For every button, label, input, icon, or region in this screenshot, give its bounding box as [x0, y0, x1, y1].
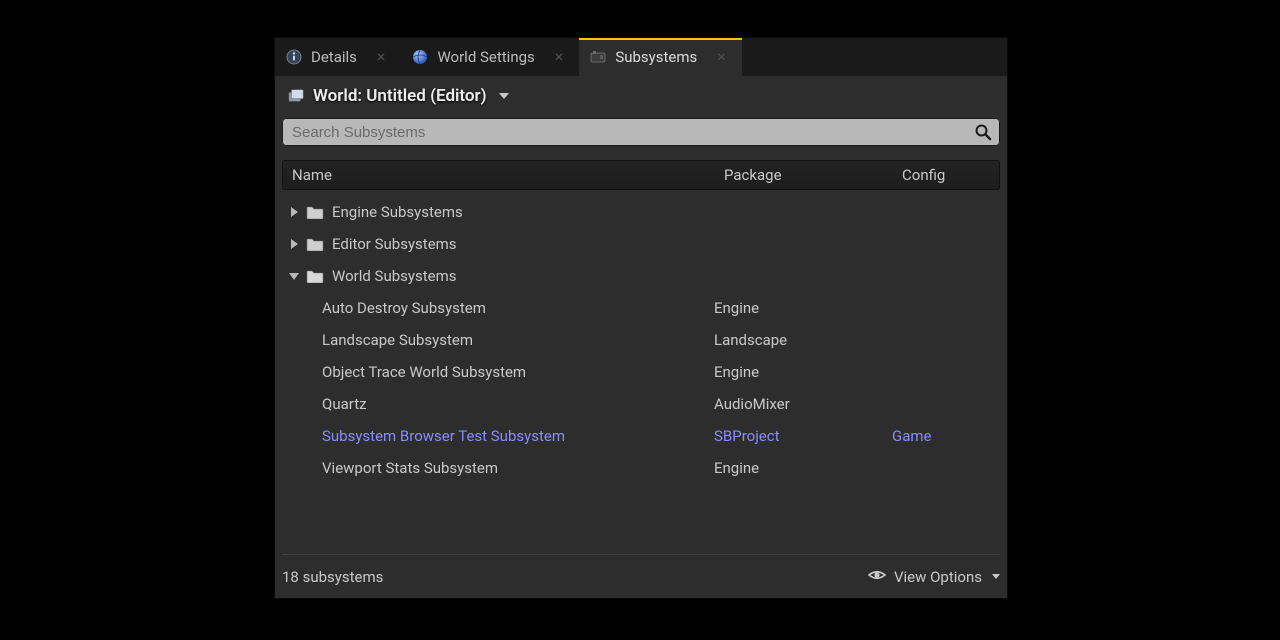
subsystem-name: Object Trace World Subsystem: [322, 363, 526, 381]
subsystem-package: Landscape: [714, 331, 892, 349]
tab-details[interactable]: Details ×: [275, 38, 401, 76]
view-options-label: View Options: [894, 568, 982, 586]
subsystem-package: Engine: [714, 299, 892, 317]
subsystem-package: SBProject: [714, 427, 892, 445]
group-label: World Subsystems: [332, 267, 456, 285]
context-selector[interactable]: World: Untitled (Editor): [275, 76, 1007, 118]
subsystems-panel: Details × World Settings ×: [275, 38, 1007, 598]
folder-icon: [306, 269, 324, 283]
subsystem-package: AudioMixer: [714, 395, 892, 413]
subsystem-name: Auto Destroy Subsystem: [322, 299, 486, 317]
tab-subsystems[interactable]: Subsystems ×: [579, 38, 741, 76]
subsystem-package: Engine: [714, 459, 892, 477]
subsystem-name: Landscape Subsystem: [322, 331, 473, 349]
view-options-button[interactable]: View Options: [868, 566, 1000, 588]
tab-label: World Settings: [437, 48, 534, 66]
subsystem-name: Subsystem Browser Test Subsystem: [322, 427, 565, 445]
world-icon: [287, 87, 305, 105]
subsystem-count: 18 subsystems: [282, 568, 383, 586]
subsystem-tree: Engine Subsystems Editor Subsystems Worl…: [275, 196, 1007, 484]
info-icon: [285, 48, 303, 66]
column-header-config[interactable]: Config: [892, 160, 1000, 190]
close-icon[interactable]: ×: [553, 49, 566, 65]
close-icon[interactable]: ×: [715, 49, 728, 65]
engine-icon: [589, 48, 607, 66]
eye-icon: [868, 566, 886, 588]
chevron-down-icon: [992, 574, 1000, 579]
subsystem-row[interactable]: Landscape Subsystem Landscape: [282, 324, 1000, 356]
subsystem-package: Engine: [714, 363, 892, 381]
subsystem-row[interactable]: Auto Destroy Subsystem Engine: [282, 292, 1000, 324]
subsystem-row[interactable]: Quartz AudioMixer: [282, 388, 1000, 420]
chevron-down-icon: [499, 93, 509, 99]
status-bar: 18 subsystems View Options: [282, 554, 1000, 598]
tab-bar: Details × World Settings ×: [275, 38, 1007, 76]
tree-group[interactable]: Engine Subsystems: [282, 196, 1000, 228]
tree-group[interactable]: Editor Subsystems: [282, 228, 1000, 260]
subsystem-config: Game: [892, 427, 1000, 445]
tab-label: Subsystems: [615, 48, 697, 66]
chevron-right-icon[interactable]: [288, 206, 300, 218]
search-input[interactable]: [292, 124, 974, 141]
tab-world-settings[interactable]: World Settings ×: [401, 38, 579, 76]
column-header-row: Name Package Config: [282, 160, 1000, 190]
chevron-down-icon[interactable]: [288, 270, 300, 282]
subsystem-name: Quartz: [322, 395, 367, 413]
close-icon[interactable]: ×: [375, 49, 388, 65]
tab-label: Details: [311, 48, 357, 66]
subsystem-name: Viewport Stats Subsystem: [322, 459, 498, 477]
search-bar[interactable]: [282, 118, 1000, 146]
group-label: Engine Subsystems: [332, 203, 463, 221]
chevron-right-icon[interactable]: [288, 238, 300, 250]
globe-icon: [411, 48, 429, 66]
tree-group[interactable]: World Subsystems: [282, 260, 1000, 292]
folder-icon: [306, 205, 324, 219]
folder-icon: [306, 237, 324, 251]
subsystem-row[interactable]: Subsystem Browser Test Subsystem SBProjec…: [282, 420, 1000, 452]
search-icon: [974, 123, 992, 141]
column-header-name[interactable]: Name: [282, 160, 714, 190]
group-label: Editor Subsystems: [332, 235, 457, 253]
subsystem-row[interactable]: Object Trace World Subsystem Engine: [282, 356, 1000, 388]
context-title: World: Untitled (Editor): [313, 86, 487, 106]
subsystem-row[interactable]: Viewport Stats Subsystem Engine: [282, 452, 1000, 484]
column-header-package[interactable]: Package: [714, 160, 892, 190]
